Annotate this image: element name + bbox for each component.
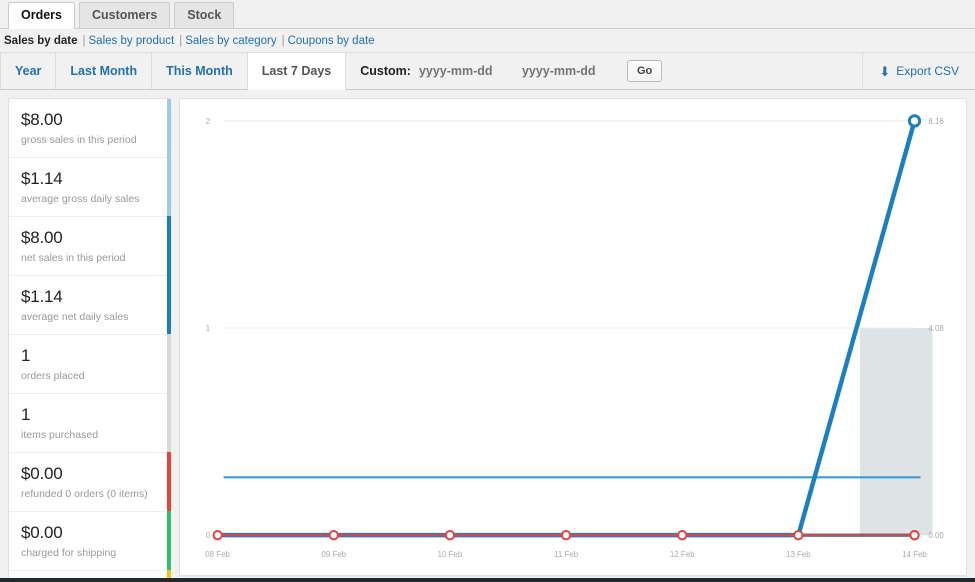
subnav-separator-2: |: [179, 34, 183, 47]
stat-value: 1: [21, 405, 31, 424]
x-axis-tick-label: 11 Feb: [554, 550, 579, 559]
tab-customers[interactable]: Customers: [79, 2, 171, 28]
left-axis-tick-label: 0: [206, 531, 211, 540]
stat-orders-placed[interactable]: 1 orders placed: [9, 334, 171, 394]
download-icon: ⬇: [879, 63, 891, 79]
chart-data-point[interactable]: [909, 529, 920, 541]
chart-data-point[interactable]: [907, 114, 922, 128]
stat-label: gross sales in this period: [21, 134, 137, 146]
stat-value: 1: [21, 346, 31, 365]
subnav-current-sales-by-date: Sales by date: [4, 34, 78, 47]
report-tabs: Orders Customers Stock: [0, 0, 975, 29]
sales-chart[interactable]: 0 0.00 1 4.08 2 8.16 08 Feb 09 Feb 10 Feb 11 Feb 1…: [180, 99, 966, 575]
x-axis-tick-label: 13 Feb: [786, 550, 811, 559]
stat-label: average net daily sales: [21, 311, 129, 323]
period-selector: Year Last Month This Month Last 7 Days: [0, 53, 347, 90]
go-button[interactable]: Go: [626, 60, 663, 82]
stat-shipping-charged[interactable]: $0.00 charged for shipping: [9, 511, 171, 571]
export-csv-label: Export CSV: [896, 64, 959, 78]
right-axis-tick-label: 8.16: [928, 117, 944, 126]
stat-gross-sales[interactable]: $8.00 gross sales in this period: [9, 99, 171, 158]
stat-value: $8.00: [21, 110, 63, 129]
chart-data-point[interactable]: [793, 529, 804, 541]
footer-strip: [0, 578, 975, 582]
stat-label: orders placed: [21, 370, 85, 382]
stat-average-net-daily-sales[interactable]: $1.14 average net daily sales: [9, 275, 171, 335]
export-csv-button[interactable]: ⬇ Export CSV: [862, 53, 975, 89]
stat-value: $8.00: [21, 228, 63, 247]
sales-summary-sidebar: $8.00 gross sales in this period $1.14 a…: [8, 98, 171, 582]
subnav-separator-3: |: [281, 34, 285, 47]
custom-range-label: Custom:: [360, 64, 411, 78]
right-axis-tick-label: 0.00: [928, 531, 944, 540]
subnav-separator-1: |: [82, 34, 86, 47]
stat-net-sales[interactable]: $8.00 net sales in this period: [9, 216, 171, 276]
tab-stock-label: Stock: [187, 8, 222, 22]
left-axis-tick-label: 2: [206, 117, 211, 126]
custom-range-form: Custom: Go: [346, 53, 663, 89]
x-axis-tick-label: 09 Feb: [321, 550, 346, 559]
subnav-link-coupons-by-date[interactable]: Coupons by date: [288, 35, 375, 47]
stat-label: charged for shipping: [21, 547, 117, 559]
right-axis-tick-label: 4.08: [928, 324, 944, 333]
stat-average-gross-daily-sales[interactable]: $1.14 average gross daily sales: [9, 157, 171, 217]
tab-stock[interactable]: Stock: [174, 2, 235, 28]
stat-value: $0.00: [21, 464, 63, 483]
stat-value: $1.14: [21, 169, 63, 188]
period-button-this-month[interactable]: This Month: [152, 53, 248, 89]
tab-orders-label: Orders: [21, 8, 62, 22]
stat-label: items purchased: [21, 429, 99, 441]
left-axis-tick-label: 1: [206, 324, 211, 333]
subnav-link-sales-by-category[interactable]: Sales by category: [185, 35, 276, 47]
custom-date-to-input[interactable]: [521, 62, 617, 80]
chart-data-point[interactable]: [444, 529, 456, 541]
x-axis-tick-label: 14 Feb: [902, 550, 927, 559]
filter-bar: Year Last Month This Month Last 7 Days C…: [0, 52, 975, 90]
stat-label: net sales in this period: [21, 252, 126, 264]
chart-data-point[interactable]: [328, 529, 339, 541]
stat-value: $0.00: [21, 523, 63, 542]
sales-chart-card[interactable]: 0 0.00 1 4.08 2 8.16 08 Feb 09 Feb 10 Feb 11 Feb 1…: [179, 98, 967, 576]
report-subnav: Sales by date | Sales by product | Sales…: [0, 29, 975, 52]
period-button-last-month[interactable]: Last Month: [56, 53, 153, 89]
tab-customers-label: Customers: [92, 8, 158, 22]
x-axis-tick-label: 12 Feb: [670, 550, 695, 559]
stat-label: average gross daily sales: [21, 193, 140, 205]
chart-data-point[interactable]: [212, 529, 223, 541]
stat-value: $1.14: [21, 287, 63, 306]
report-body: $8.00 gross sales in this period $1.14 a…: [0, 90, 975, 582]
stat-items-purchased[interactable]: 1 items purchased: [9, 393, 171, 453]
chart-data-point[interactable]: [677, 529, 688, 541]
tab-orders[interactable]: Orders: [8, 2, 75, 29]
x-axis-tick-label: 10 Feb: [438, 550, 463, 559]
custom-date-from-input[interactable]: [418, 62, 514, 80]
stat-refunded[interactable]: $0.00 refunded 0 orders (0 items): [9, 452, 171, 512]
chart-data-point[interactable]: [560, 529, 572, 541]
period-button-year[interactable]: Year: [0, 53, 57, 89]
x-axis-tick-label: 08 Feb: [205, 550, 230, 559]
chart-highlight-band: [859, 328, 933, 536]
subnav-link-sales-by-product[interactable]: Sales by product: [89, 35, 175, 47]
stat-label: refunded 0 orders (0 items): [21, 488, 148, 500]
period-button-last-7-days[interactable]: Last 7 Days: [247, 53, 347, 90]
